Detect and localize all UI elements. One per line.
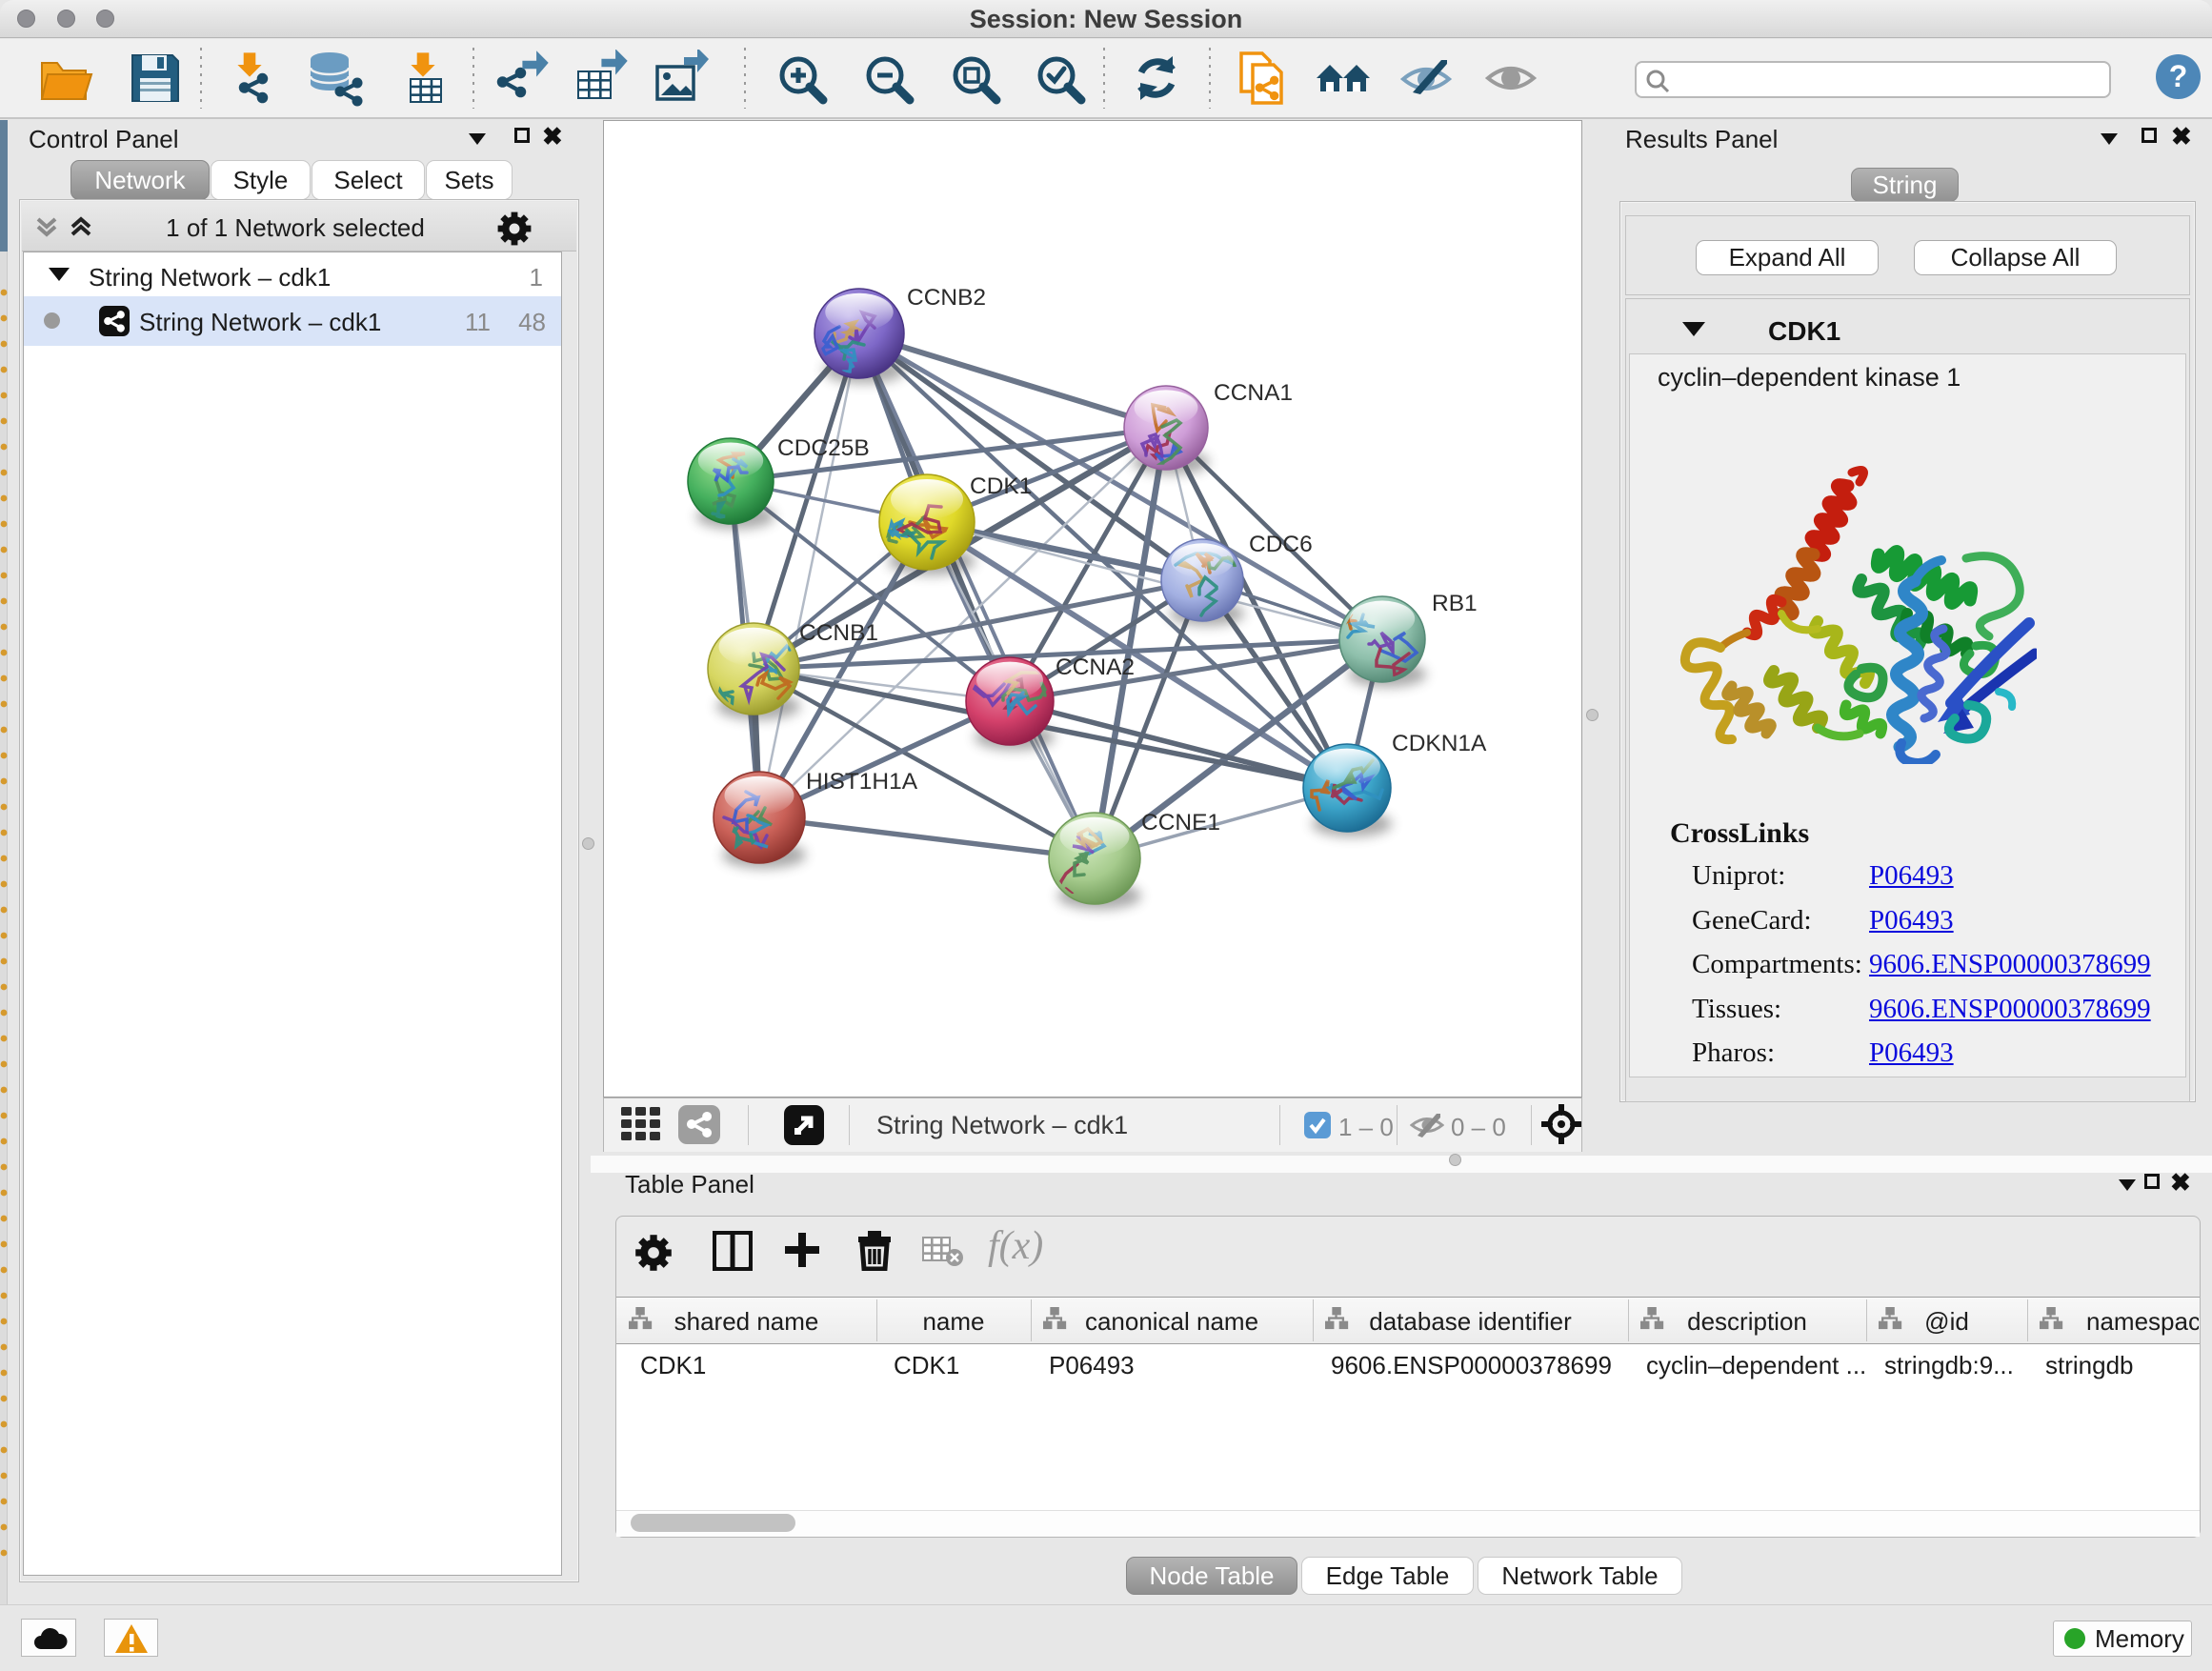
svg-text:CCNB1: CCNB1 [799,620,878,646]
svg-text:CDK1: CDK1 [970,473,1032,499]
svg-text:CCNA1: CCNA1 [1214,380,1293,406]
svg-text:RB1: RB1 [1432,591,1478,616]
svg-text:CCNA2: CCNA2 [1056,654,1135,680]
svg-text:HIST1H1A: HIST1H1A [806,769,918,795]
svg-text:CDC6: CDC6 [1249,532,1313,557]
svg-text:CCNE1: CCNE1 [1141,810,1220,836]
svg-text:CDC25B: CDC25B [777,435,870,461]
svg-text:CDKN1A: CDKN1A [1392,731,1487,756]
svg-text:CCNB2: CCNB2 [907,285,986,311]
